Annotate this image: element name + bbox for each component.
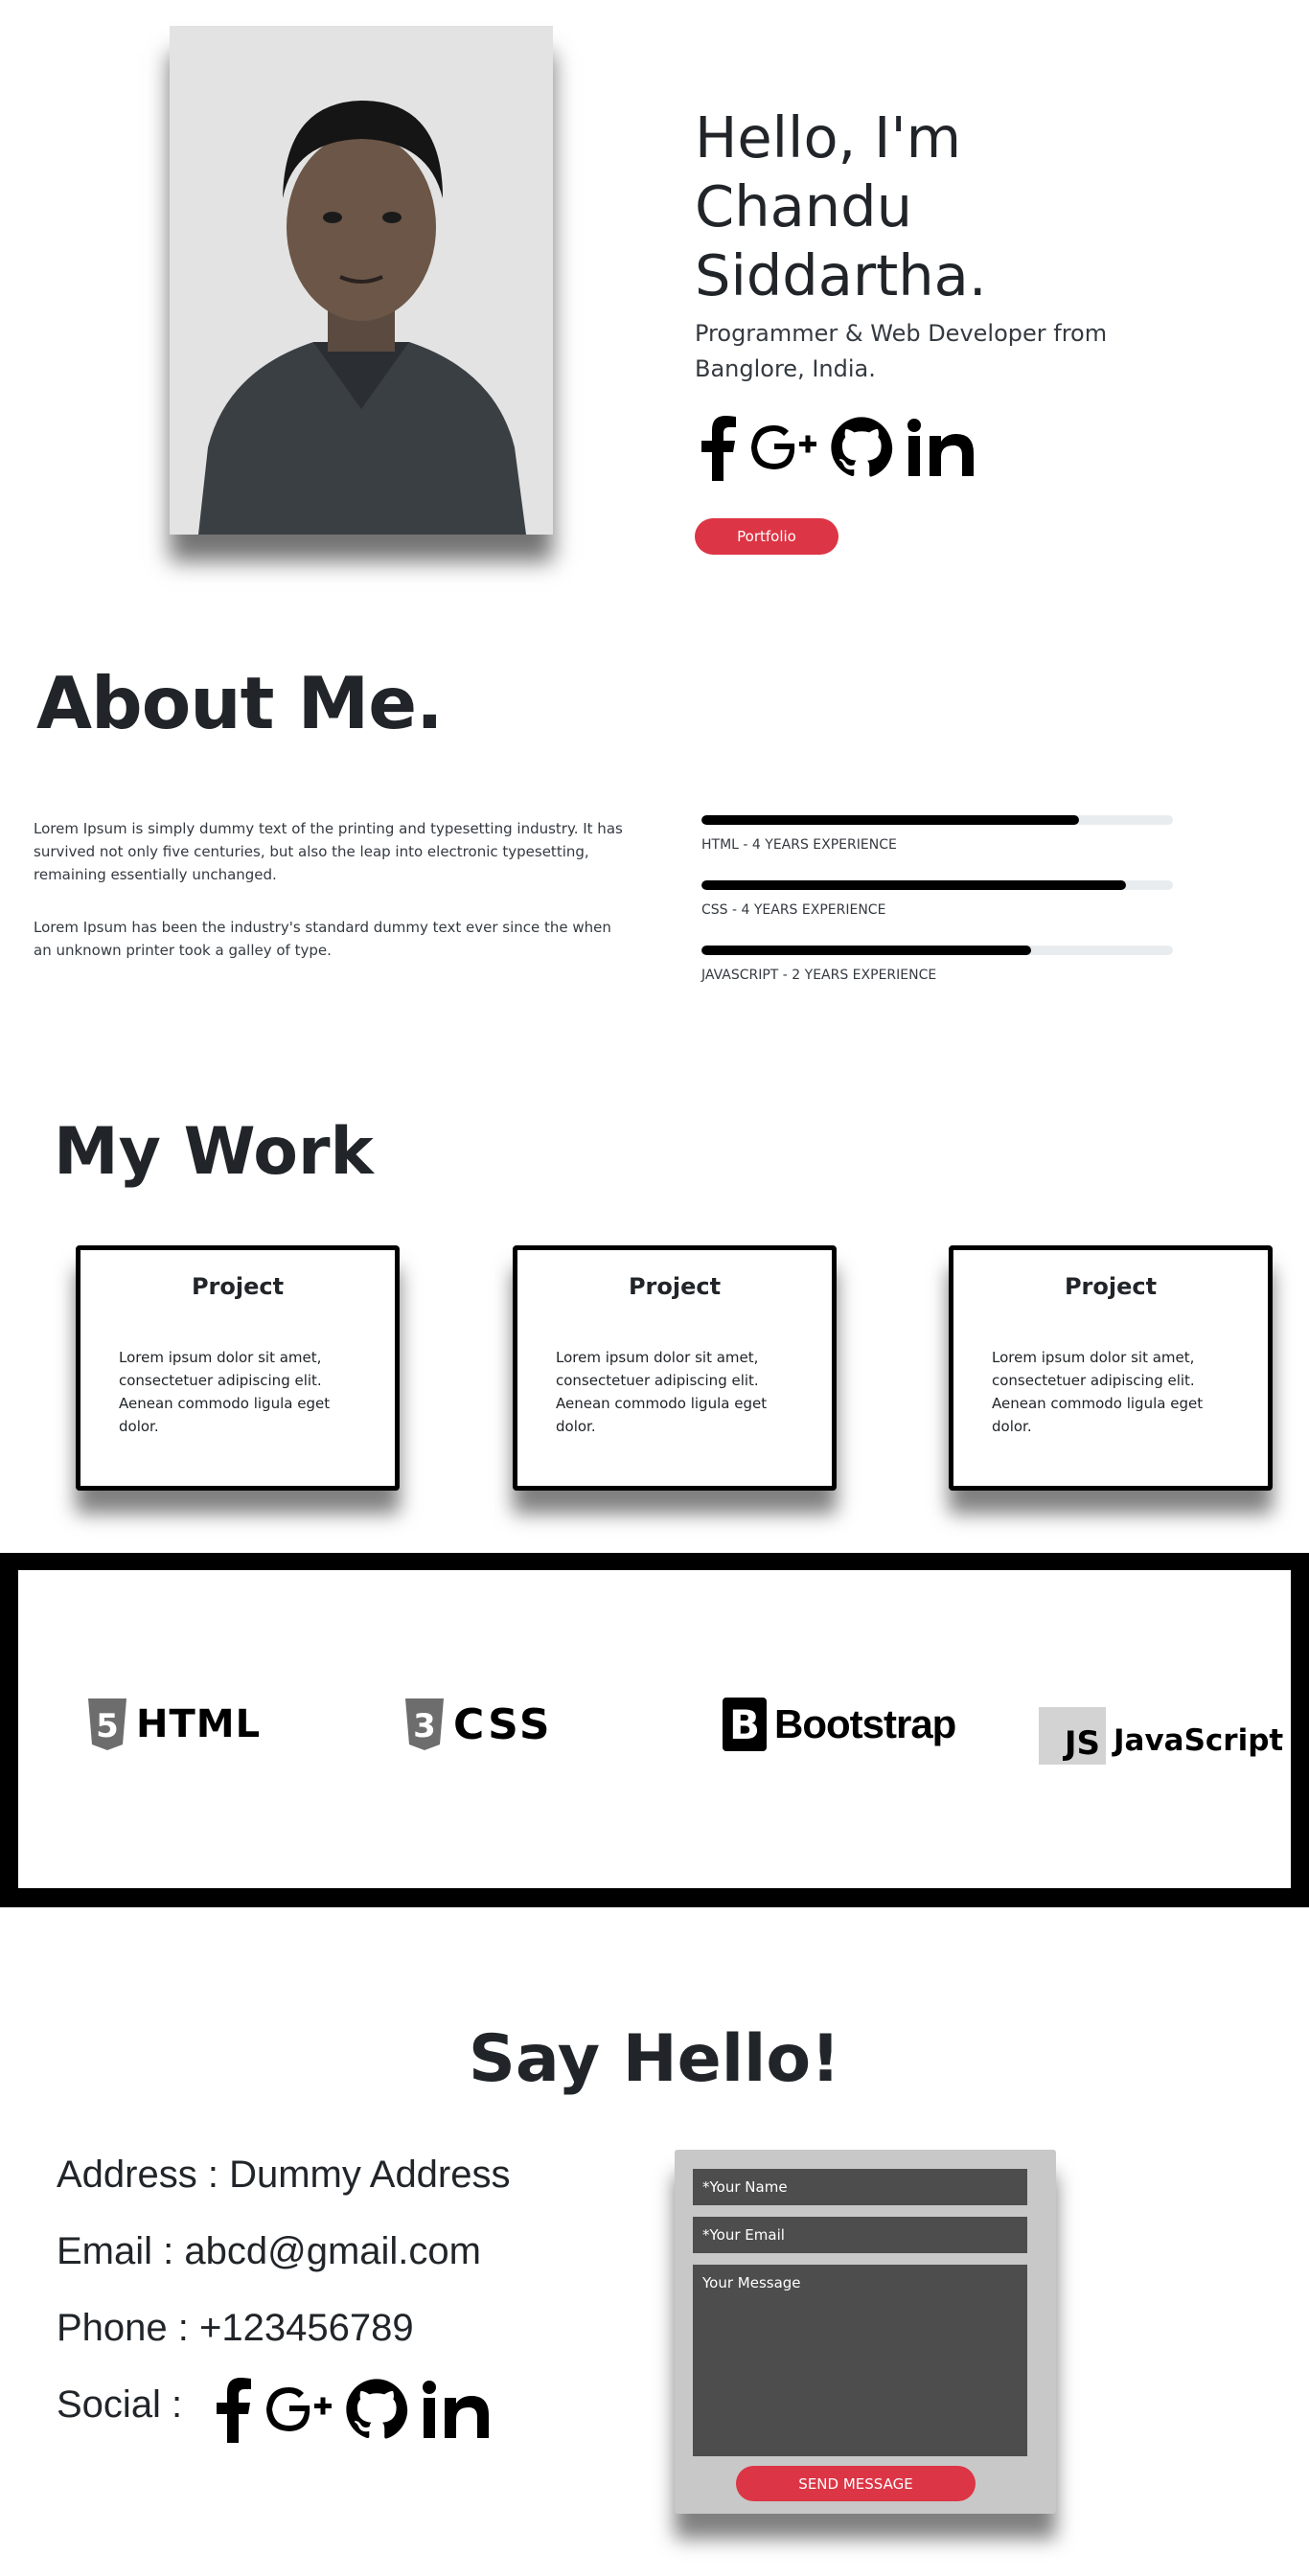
contact-form: *Your Name *Your Email Your Message SEND… (675, 2150, 1056, 2514)
html-badge-text: 5 (96, 1707, 119, 1745)
css-logo: 3 CSS (403, 1686, 553, 1763)
portfolio-button[interactable]: Portfolio (695, 518, 838, 555)
greeting-line-2: Chandu (695, 173, 912, 239)
javascript-badge-icon: JS (1039, 1707, 1106, 1765)
project-title: Project (1064, 1273, 1158, 1300)
javascript-logo-text: JavaScript (1114, 1723, 1284, 1758)
html-logo-text: HTML (136, 1702, 262, 1746)
github-icon[interactable] (830, 416, 893, 479)
skill-css: CSS - 4 YEARS EXPERIENCE (701, 880, 1173, 918)
github-icon[interactable] (345, 2378, 408, 2441)
linkedin-icon[interactable] (422, 2381, 491, 2438)
skill-label: JAVASCRIPT - 2 YEARS EXPERIENCE (701, 968, 937, 983)
contact-email: Email : abcd@gmail.com (57, 2230, 481, 2272)
bootstrap-logo: B Bootstrap (723, 1686, 956, 1763)
skill-progress-track (701, 880, 1173, 890)
css-badge-text: 3 (413, 1707, 436, 1745)
contact-title: Say Hello! (468, 2021, 841, 2097)
skill-progress-fill (701, 880, 1126, 890)
hero-subtitle: Programmer & Web Developer from Banglore… (695, 316, 1116, 387)
contact-social-links (213, 2376, 491, 2443)
project-title: Project (628, 1273, 722, 1300)
css3-shield-icon: 3 (405, 1698, 444, 1750)
greeting-line-3: Siddartha. (695, 242, 987, 308)
project-description: Lorem ipsum dolor sit amet, consectetuer… (992, 1349, 1204, 1435)
linkedin-icon[interactable] (907, 419, 976, 476)
skill-label: HTML - 4 YEARS EXPERIENCE (701, 837, 897, 853)
skill-label: CSS - 4 YEARS EXPERIENCE (701, 902, 886, 918)
subtitle-line-2: Banglore, India. (695, 355, 876, 382)
skill-html: HTML - 4 YEARS EXPERIENCE (701, 815, 1173, 853)
contact-phone: Phone : +123456789 (57, 2307, 414, 2349)
email-field[interactable]: *Your Email (693, 2217, 1027, 2253)
skill-progress-track (701, 815, 1173, 825)
project-card[interactable]: Project Lorem ipsum dolor sit amet, cons… (513, 1245, 837, 1491)
skill-progress-track (701, 946, 1173, 955)
send-message-button[interactable]: SEND MESSAGE (736, 2466, 976, 2501)
project-title: Project (191, 1273, 285, 1300)
skill-progress-fill (701, 815, 1079, 825)
bootstrap-badge-icon: B (723, 1698, 767, 1751)
profile-photo (170, 26, 553, 535)
message-textarea[interactable]: Your Message (693, 2265, 1027, 2456)
contact-address: Address : Dummy Address (57, 2154, 511, 2196)
project-card[interactable]: Project Lorem ipsum dolor sit amet, cons… (949, 1245, 1273, 1491)
contact-social-label: Social : (57, 2383, 183, 2426)
html5-shield-icon: 5 (88, 1698, 126, 1750)
google-plus-icon[interactable] (266, 2385, 332, 2433)
hero-social-links (698, 414, 976, 481)
html-logo: 5 HTML (86, 1686, 261, 1763)
about-paragraph-1: Lorem Ipsum is simply dummy text of the … (34, 820, 623, 883)
project-card[interactable]: Project Lorem ipsum dolor sit amet, cons… (76, 1245, 400, 1491)
project-description: Lorem ipsum dolor sit amet, consectetuer… (556, 1349, 768, 1435)
greeting-line-1: Hello, I'm (695, 104, 962, 171)
skill-javascript: JAVASCRIPT - 2 YEARS EXPERIENCE (701, 946, 1173, 983)
facebook-icon[interactable] (213, 2376, 253, 2443)
google-plus-icon[interactable] (751, 423, 816, 471)
hero-greeting: Hello, I'm Chandu Siddartha. (695, 103, 1231, 310)
name-field[interactable]: *Your Name (693, 2169, 1027, 2205)
skill-progress-fill (701, 946, 1032, 955)
javascript-logo: JS JavaScript (1039, 1698, 1283, 1774)
project-description: Lorem ipsum dolor sit amet, consectetuer… (119, 1349, 331, 1435)
work-title: My Work (54, 1114, 374, 1190)
css-logo-text: CSS (453, 1699, 553, 1749)
about-paragraph-2: Lorem Ipsum has been the industry's stan… (34, 919, 611, 959)
facebook-icon[interactable] (698, 414, 738, 481)
about-title: About Me. (36, 661, 444, 745)
bootstrap-logo-text: Bootstrap (774, 1701, 956, 1746)
subtitle-line-1: Programmer & Web Developer from (695, 320, 1108, 347)
